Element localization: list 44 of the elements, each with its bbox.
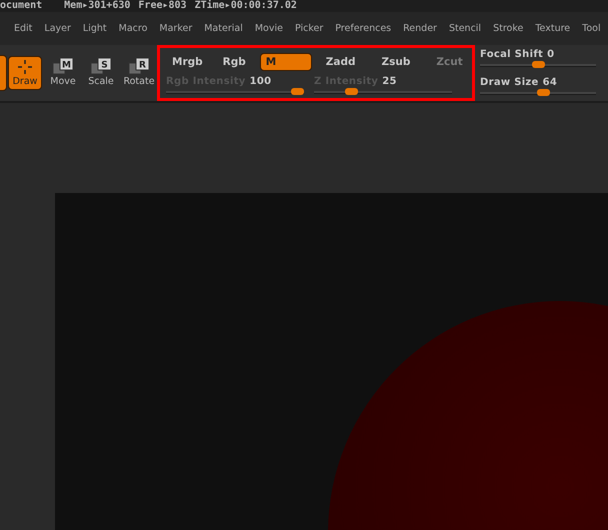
menu-item[interactable]: Macro <box>118 23 148 34</box>
menu-item[interactable]: Texture <box>535 23 570 34</box>
key-letter: R <box>139 60 146 70</box>
status-value: 803 <box>168 0 187 12</box>
menu-item[interactable]: Movie <box>254 23 283 34</box>
slider-label: Draw Size <box>480 77 539 88</box>
menu-item[interactable]: Edit <box>14 23 32 34</box>
menu-item[interactable]: Picker <box>294 23 324 34</box>
status-label: Free▸ <box>138 0 169 12</box>
status-label: Mem▸ <box>64 0 88 12</box>
menu-item[interactable]: Tool <box>582 23 601 34</box>
menu-item[interactable]: Layer <box>44 23 71 34</box>
slider-label: Focal Shift <box>480 49 544 60</box>
status-value: 00:00:37.02 <box>230 0 297 12</box>
slider-thumb[interactable] <box>532 61 544 68</box>
status-label: ZTime▸ <box>194 0 231 12</box>
mode-toggle[interactable]: Zadd <box>320 53 362 71</box>
slider-value: 64 <box>542 77 558 88</box>
crosshair-icon <box>17 59 33 75</box>
menu-item[interactable]: Material <box>204 23 243 34</box>
mode-toggle[interactable]: M <box>260 53 312 71</box>
menu-item[interactable]: Stroke <box>493 23 524 34</box>
tool-button[interactable]: R Rotate <box>122 56 156 90</box>
menu-item[interactable]: Marker <box>159 23 192 34</box>
tool-button[interactable]: S Scale <box>84 56 118 90</box>
slider-value: 25 <box>382 76 397 87</box>
mode-toggle[interactable]: Rgb <box>216 53 252 71</box>
key-letter: M <box>62 60 71 70</box>
menu-item[interactable]: Stencil <box>448 23 482 34</box>
mode-toggle[interactable]: Zsub <box>376 53 416 71</box>
slider-thumb[interactable] <box>536 89 550 96</box>
mode-toggle[interactable]: Mrgb <box>166 53 209 71</box>
tool-button[interactable] <box>0 55 7 91</box>
slider-value: 0 <box>547 49 554 60</box>
document-title: ocument <box>0 0 42 12</box>
slider-value: 100 <box>250 76 272 87</box>
tool-button[interactable]: M Move <box>46 56 80 90</box>
menu-item[interactable]: Light <box>82 23 107 34</box>
tool-button[interactable]: Draw <box>8 56 42 90</box>
status-value: 301+630 <box>88 0 130 12</box>
key-letter: S <box>101 60 108 70</box>
menu-item[interactable]: Render <box>403 23 437 34</box>
menu-item[interactable]: Preferences <box>335 23 392 34</box>
slider-track[interactable] <box>166 88 304 96</box>
